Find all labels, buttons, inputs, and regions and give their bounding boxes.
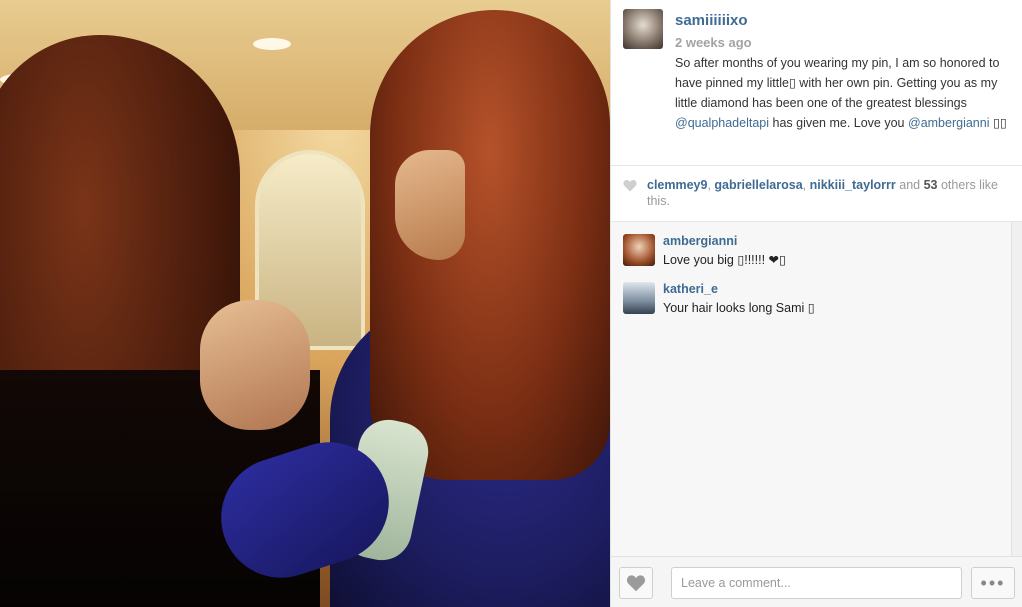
post-detail-panel: samiiiiiixo 2 weeks ago So after months … <box>610 0 1022 607</box>
likes-count[interactable]: 53 <box>924 178 938 192</box>
comment-input[interactable] <box>671 567 962 599</box>
ellipsis-icon: ••• <box>980 572 1006 593</box>
commenter-avatar[interactable] <box>623 234 655 266</box>
photo-hands <box>200 300 310 430</box>
caption-text-part: ▯▯ <box>989 116 1007 130</box>
caption-text: So after months of you wearing my pin, I… <box>675 53 1010 133</box>
mention-link[interactable]: @ambergianni <box>908 116 989 130</box>
photo-face <box>395 150 465 260</box>
like-button[interactable] <box>619 567 653 599</box>
commenter-avatar[interactable] <box>623 282 655 314</box>
ceiling-light <box>253 38 291 50</box>
comments-list: ambergianni Love you big ▯!!!!!! ❤▯ kath… <box>611 222 1011 556</box>
author-username-link[interactable]: samiiiiiixo <box>675 12 748 29</box>
liker-link[interactable]: nikkiii_taylorrr <box>810 178 896 192</box>
mention-link[interactable]: @qualphadeltapi <box>675 116 769 130</box>
caption-text-part: So after months of you wearing my pin, I… <box>675 56 1000 110</box>
liker-link[interactable]: clemmey9 <box>647 178 707 192</box>
comments-scrollbar[interactable] <box>1011 222 1022 556</box>
heart-icon <box>626 575 646 592</box>
comment-item: ambergianni Love you big ▯!!!!!! ❤▯ <box>611 222 1011 267</box>
author-avatar[interactable] <box>623 9 663 49</box>
likes-separator: , <box>802 178 810 192</box>
post-photo <box>0 0 610 607</box>
commenter-username-link[interactable]: ambergianni <box>663 234 737 248</box>
caption-text-part: has given me. Love you <box>769 116 908 130</box>
likes-summary: clemmey9, gabriellelarosa, nikkiii_taylo… <box>611 165 1022 222</box>
heart-icon <box>623 180 637 192</box>
liker-link[interactable]: gabriellelarosa <box>714 178 802 192</box>
comment-bar: ••• <box>611 556 1022 607</box>
comment-text: Love you big ▯!!!!!! ❤▯ <box>663 253 786 267</box>
more-options-button[interactable]: ••• <box>971 567 1015 599</box>
likes-and-text: and <box>895 178 924 192</box>
post-caption: samiiiiiixo 2 weeks ago So after months … <box>611 0 1022 165</box>
commenter-username-link[interactable]: katheri_e <box>663 282 718 296</box>
comment-text: Your hair looks long Sami ▯ <box>663 301 815 315</box>
comment-item: katheri_e Your hair looks long Sami ▯ <box>611 270 1011 315</box>
post-timestamp: 2 weeks ago <box>675 35 752 50</box>
